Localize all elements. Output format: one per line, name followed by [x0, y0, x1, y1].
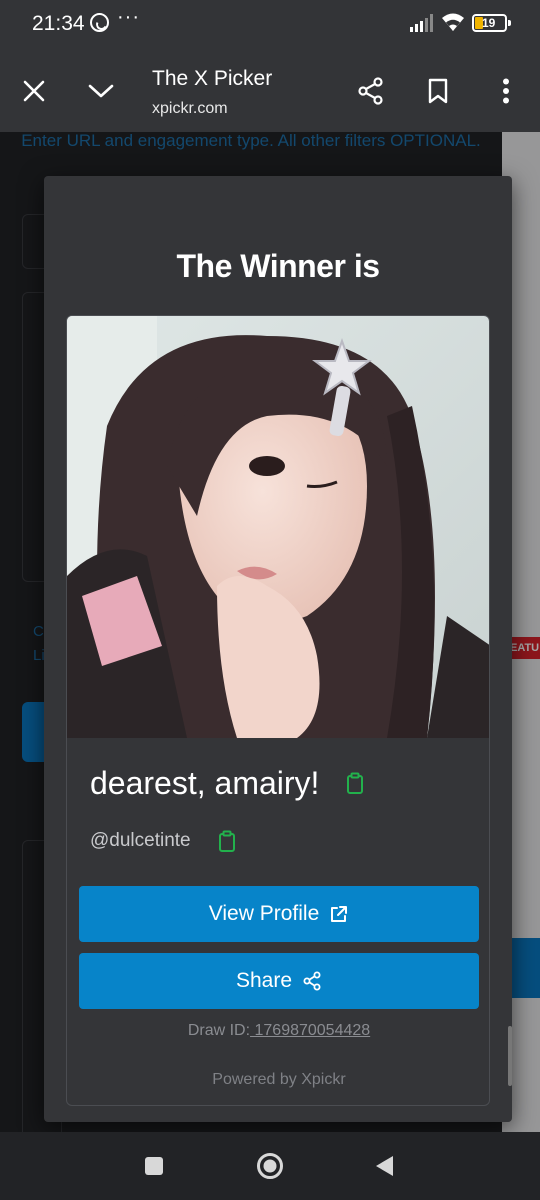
home-button[interactable]: [250, 1146, 290, 1186]
share-icon: [303, 971, 321, 991]
winner-name: dearest, amairy!: [90, 764, 320, 801]
page-url: xpickr.com: [152, 100, 228, 117]
battery-level: 19: [482, 16, 496, 30]
back-button[interactable]: [364, 1146, 404, 1186]
battery-icon: 19: [472, 14, 511, 32]
view-profile-label: View Profile: [208, 902, 320, 925]
more-notifications-icon: ···: [117, 6, 140, 28]
share-label: Share: [235, 969, 293, 992]
more-menu-button[interactable]: [486, 71, 526, 111]
status-time: 21:34: [32, 12, 85, 35]
home-icon: [257, 1153, 283, 1179]
collapse-button[interactable]: [81, 71, 121, 111]
browser-toolbar: The X Picker xpickr.com: [0, 50, 540, 132]
recents-icon: [145, 1157, 163, 1175]
powered-by: Powered by Xpickr: [212, 1071, 346, 1088]
screen: 21:34 ··· 19 The X Picker xpickr.com Ent…: [0, 0, 540, 1200]
close-button[interactable]: [14, 71, 54, 111]
view-profile-button[interactable]: View Profile: [79, 886, 479, 942]
status-bar: 21:34 ··· 19: [0, 0, 540, 50]
more-vert-icon: [503, 78, 509, 104]
page-title: The X Picker: [152, 67, 273, 90]
winner-card: dearest, amairy! @dulcetinte View Profil…: [66, 315, 490, 1106]
draw-id-label: Draw ID:: [187, 1022, 251, 1039]
signal-icon: [410, 14, 433, 32]
wifi-icon: [442, 13, 464, 31]
draw-id-row: Draw ID: 1769870054428: [67, 1022, 489, 1040]
chevron-down-icon: [88, 84, 114, 98]
winner-modal: The Winner is dearest, amairy! @dulcetin…: [44, 176, 512, 1122]
copy-name-icon[interactable]: [345, 772, 365, 794]
back-icon: [376, 1156, 393, 1176]
draw-id-link[interactable]: 1769870054428: [250, 1022, 370, 1039]
close-icon: [23, 80, 45, 102]
modal-title: The Winner is: [176, 248, 380, 284]
share-icon: [358, 77, 383, 105]
modal-scrollbar[interactable]: [508, 1026, 512, 1086]
recents-button[interactable]: [134, 1146, 174, 1186]
external-link-icon: [331, 906, 348, 922]
bookmark-icon: [428, 78, 448, 104]
share-page-button[interactable]: [351, 71, 391, 111]
winner-handle-row: @dulcetinte: [90, 826, 237, 856]
navigation-bar: [0, 1132, 540, 1200]
winner-name-row: dearest, amairy!: [90, 758, 365, 808]
whatsapp-icon: [90, 13, 109, 32]
bookmark-button[interactable]: [418, 71, 458, 111]
copy-handle-icon[interactable]: [217, 830, 237, 852]
winner-photo: [67, 316, 489, 738]
share-button[interactable]: Share: [79, 953, 479, 1009]
winner-handle: @dulcetinte: [90, 830, 191, 851]
